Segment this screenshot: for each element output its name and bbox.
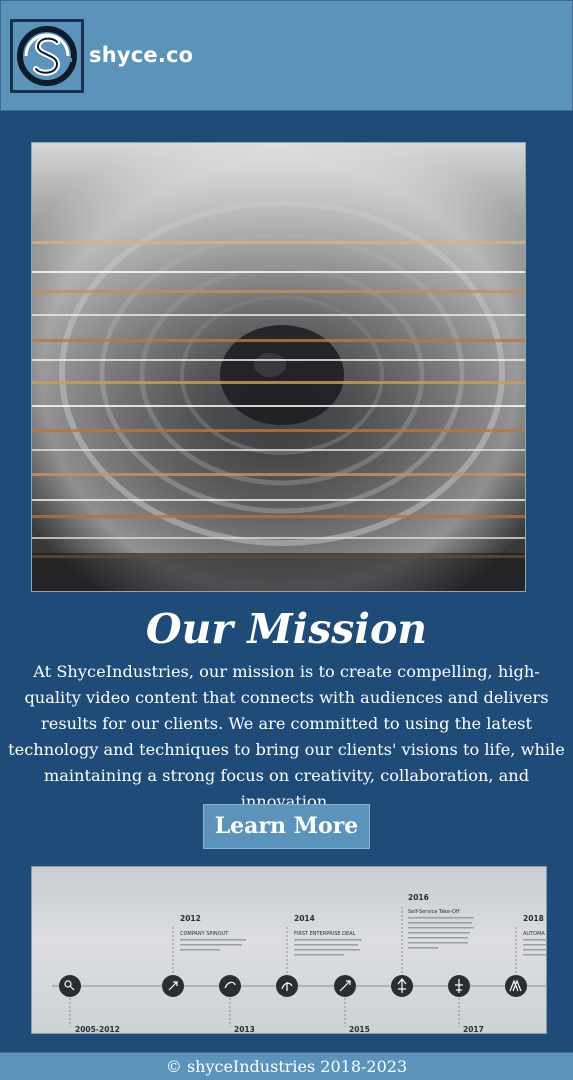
site-footer: © shyceIndustries 2018-2023 [0,1052,573,1080]
hero-image [31,142,526,592]
timeline-year-2012: 2012 [180,914,201,923]
mission-text: At ShyceIndustries, our mission is to cr… [8,662,565,811]
camera-lens-image [32,143,525,591]
timeline-year-2018: 2018 [523,914,544,923]
timeline-event-2018: AUTOMA [523,931,545,937]
site-header: shyce.co [0,0,573,111]
timeline-bottom-year: 2015 [349,1025,370,1034]
timeline-event-2014: FIRST ENTERPRISE DEAL [294,931,356,937]
company-timeline-graphic: 2012 COMPANY SPINOUT 2014 FIRST ENTERPRI… [52,893,546,1034]
timeline-event-2012: COMPANY SPINOUT [180,931,229,937]
copyright-text: © shyceIndustries 2018-2023 [165,1057,408,1076]
timeline-bottom-year: 2013 [234,1025,255,1034]
timeline-year-2014: 2014 [294,914,315,923]
timeline-year-2016: 2016 [408,893,429,902]
timeline-bottom-year: 2005-2012 [75,1025,120,1034]
learn-more-button[interactable]: Learn More [203,804,370,849]
timeline-bottom-year: 2017 [463,1025,484,1034]
brand-name[interactable]: shyce.co [89,43,193,67]
mission-title: Our Mission [145,605,428,653]
shyce-logo-icon [17,26,77,86]
logo[interactable] [10,19,84,93]
timeline-image: 2012 COMPANY SPINOUT 2014 FIRST ENTERPRI… [31,866,547,1034]
timeline-event-2016: Self-Service Take-Off [408,909,460,915]
